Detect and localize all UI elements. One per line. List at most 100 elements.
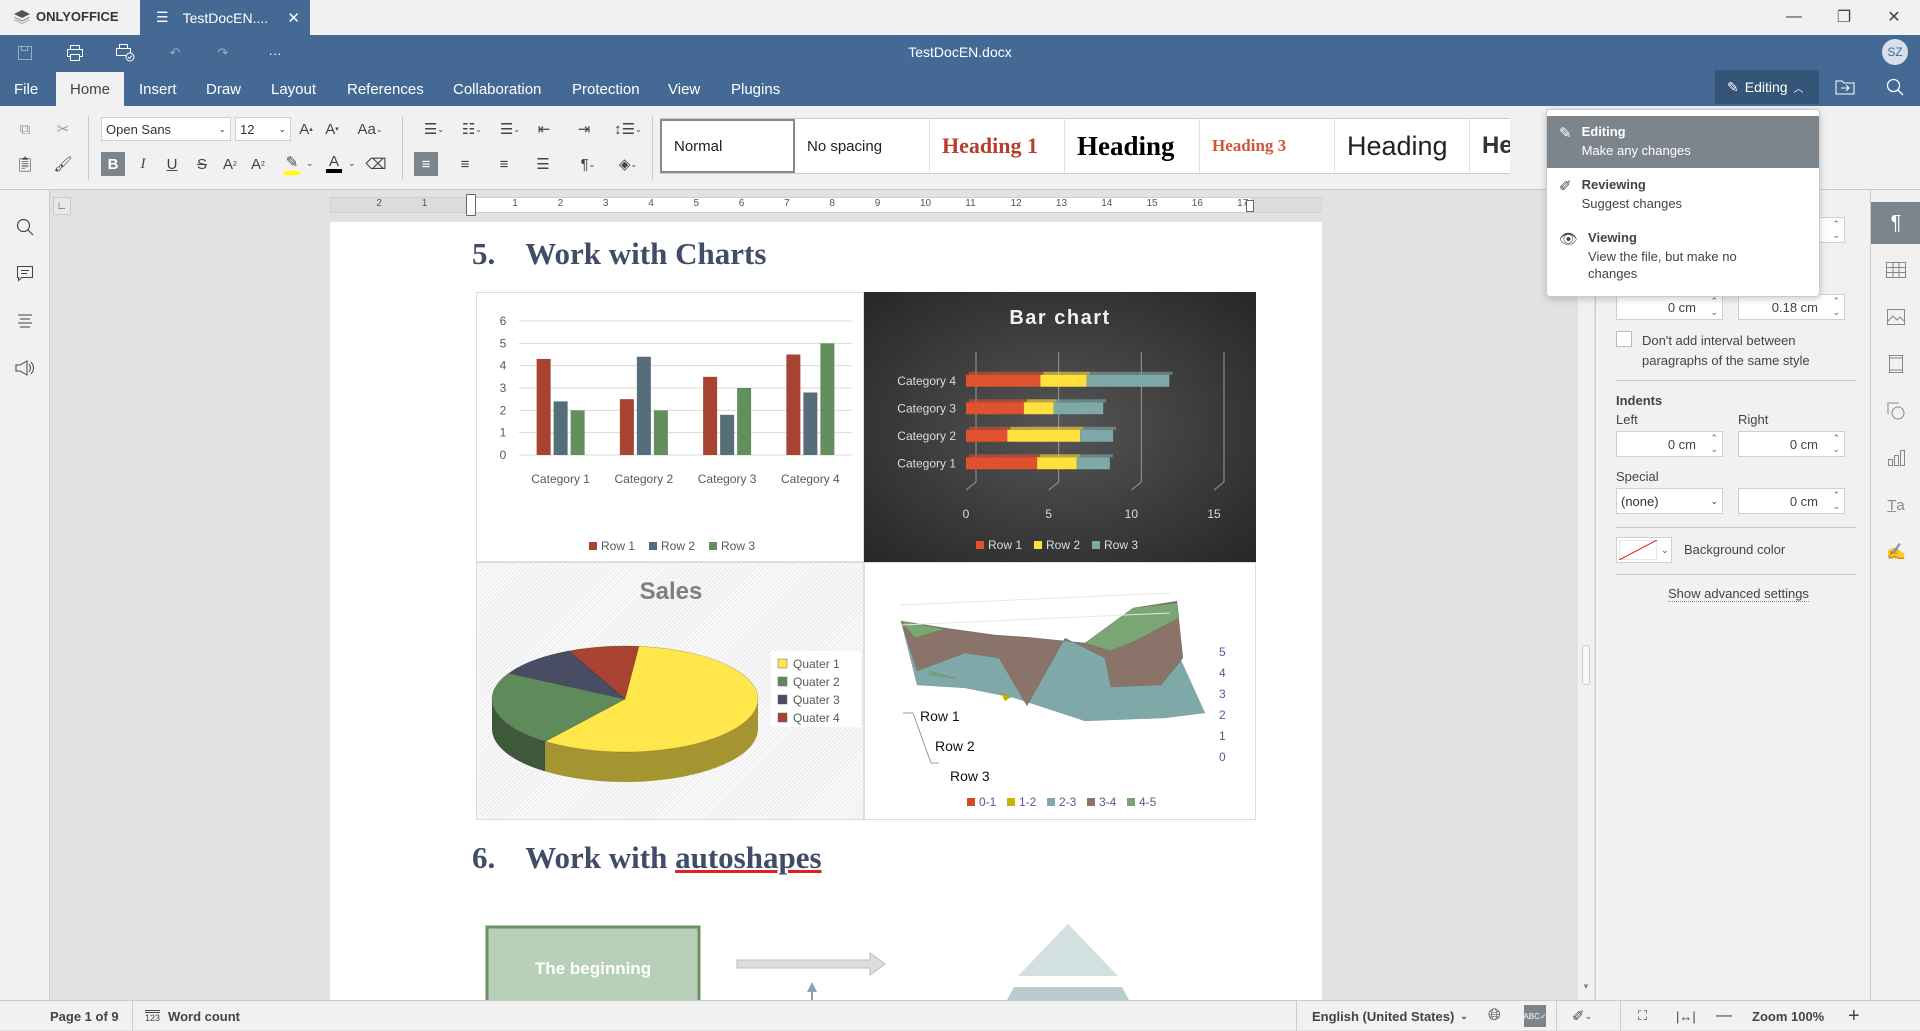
tab-view[interactable]: View xyxy=(656,72,712,106)
zoom-in-icon[interactable]: + xyxy=(1848,1001,1860,1031)
document-page[interactable]: 5. Work with Charts 0 1 2 3 4 5 6 Category 1 Cate… xyxy=(330,222,1322,1000)
tab-references[interactable]: References xyxy=(335,72,436,106)
right-indent-input[interactable]: 0 cm ⌃ ⌄ xyxy=(1738,431,1845,457)
spellcheck-button[interactable]: ABC✓ xyxy=(1523,1005,1547,1027)
page-indicator[interactable]: Page 1 of 9 xyxy=(50,1001,119,1031)
style-heading-5[interactable]: Headi xyxy=(1470,119,1510,173)
pyramid-middle-shape[interactable] xyxy=(1006,987,1130,1000)
highlight-color-button[interactable]: ✎ xyxy=(280,152,304,176)
image-settings-icon[interactable] xyxy=(1871,296,1920,338)
restore-button[interactable]: ❐ xyxy=(1824,4,1864,30)
undo-icon[interactable]: ↶ xyxy=(162,41,188,65)
font-name-select[interactable]: Open Sans ⌄ xyxy=(101,117,231,141)
highlight-dropdown-icon[interactable]: ⌄ xyxy=(306,158,314,169)
fit-page-icon[interactable]: ⛶ xyxy=(1638,1001,1647,1031)
track-changes-icon[interactable]: ✐ ⌄ xyxy=(1572,1001,1592,1031)
subscript-button[interactable]: A2 xyxy=(246,152,270,176)
pie-chart[interactable]: Sales Quater 1 Quater 2 Quater 3 Quater 4 xyxy=(476,562,864,820)
style-no-spacing[interactable]: No spacing xyxy=(795,119,930,173)
more-icon[interactable]: ··· xyxy=(262,41,288,65)
special-indent-select[interactable]: (none) ⌄ xyxy=(1616,488,1723,514)
hamburger-icon[interactable]: ☰ xyxy=(156,9,169,26)
shading-icon[interactable]: ◈ ⌄ xyxy=(610,152,646,176)
background-color-picker[interactable]: ⌄ xyxy=(1616,537,1672,563)
chart-settings-icon[interactable] xyxy=(1871,437,1920,479)
font-color-dropdown-icon[interactable]: ⌄ xyxy=(348,158,356,169)
redo-icon[interactable]: ↷ xyxy=(210,41,236,65)
surface-chart[interactable]: Row 1 Row 2 Row 3 0 1 2 3 4 5 0-1 1-2 2-3 3-4 4-5 xyxy=(864,562,1256,820)
superscript-button[interactable]: A2 xyxy=(218,152,242,176)
mode-reviewing[interactable]: ✐ Reviewing Suggest changes xyxy=(1547,169,1819,221)
bold-button[interactable]: B xyxy=(101,152,125,176)
style-heading-1[interactable]: Heading 1 xyxy=(930,119,1065,173)
tab-layout[interactable]: Layout xyxy=(259,72,328,106)
feedback-icon[interactable] xyxy=(12,355,38,381)
tab-insert[interactable]: Insert xyxy=(127,72,189,106)
style-heading-2[interactable]: Heading xyxy=(1065,119,1200,173)
indent-marker[interactable] xyxy=(466,194,476,216)
change-case-icon[interactable]: Aa ⌄ xyxy=(350,117,390,141)
clear-format-icon[interactable]: ⌫ xyxy=(364,152,388,176)
misspelled-word[interactable]: autoshapes xyxy=(675,840,821,875)
show-advanced-settings-link[interactable]: Show advanced settings xyxy=(1668,586,1809,602)
mode-editing[interactable]: ✎ Editing Make any changes xyxy=(1547,116,1819,168)
spacing-after-input[interactable]: 0.18 cm ⌃ ⌄ xyxy=(1738,294,1845,320)
fit-width-icon[interactable]: |↔| xyxy=(1676,1001,1696,1031)
shape-settings-icon[interactable] xyxy=(1871,390,1920,432)
align-center-button[interactable]: ≡ xyxy=(453,152,477,176)
tab-file[interactable]: File xyxy=(2,72,50,106)
horizontal-ruler[interactable]: 2 1 1 2 3 4 5 6 7 8 9 10 11 12 13 14 15 16 17 xyxy=(330,194,1323,216)
doc-language-icon[interactable]: 🌐︎ xyxy=(1488,1001,1501,1031)
strikethrough-button[interactable]: S xyxy=(190,152,214,176)
tab-stop-selector[interactable]: ∟ xyxy=(53,197,71,215)
comments-icon[interactable] xyxy=(12,261,38,287)
dont-add-interval-checkbox[interactable] xyxy=(1616,331,1632,347)
align-left-button[interactable]: ≡ xyxy=(414,152,438,176)
style-normal[interactable]: Normal xyxy=(660,119,795,173)
stacked-bar-chart[interactable]: Bar chart 0 5 10 15 Category 1 Category 2 Categ… xyxy=(864,292,1256,562)
line-spacing-icon[interactable]: ↕☰ ⌄ xyxy=(610,117,646,141)
document-tab[interactable]: ☰ TestDocEN.... ✕ xyxy=(140,0,310,35)
font-size-select[interactable]: 12 ⌄ xyxy=(235,117,291,141)
justify-button[interactable]: ☰ xyxy=(531,152,555,176)
close-window-button[interactable]: ✕ xyxy=(1874,4,1914,30)
numbering-icon[interactable]: ☷ ⌄ xyxy=(454,117,490,141)
tab-protection[interactable]: Protection xyxy=(560,72,652,106)
find-icon[interactable] xyxy=(12,214,38,240)
user-avatar[interactable]: SZ xyxy=(1882,39,1908,65)
tab-collaboration[interactable]: Collaboration xyxy=(441,72,553,106)
search-icon[interactable] xyxy=(1882,75,1908,99)
scroll-down-icon[interactable]: ▼ xyxy=(1582,982,1590,991)
tab-home[interactable]: Home xyxy=(56,72,124,106)
increase-font-icon[interactable]: A ▴ xyxy=(294,117,318,141)
paste-icon[interactable]: 📋︎ xyxy=(13,152,37,176)
quick-print-icon[interactable] xyxy=(112,41,138,65)
copy-icon[interactable]: ⧉ xyxy=(13,117,37,141)
paragraph-settings-icon[interactable]: ¶ xyxy=(1871,202,1920,244)
tab-plugins[interactable]: Plugins xyxy=(719,72,792,106)
minimize-button[interactable]: — xyxy=(1774,4,1814,30)
arrow-up-shape[interactable] xyxy=(807,982,817,1000)
navigation-icon[interactable] xyxy=(12,308,38,334)
font-color-button[interactable]: A xyxy=(322,152,346,176)
print-icon[interactable] xyxy=(62,41,88,65)
word-count-button[interactable]: 123 Word count xyxy=(145,1001,240,1031)
zoom-level[interactable]: Zoom 100% xyxy=(1752,1001,1824,1031)
language-select[interactable]: English (United States) ⌄ xyxy=(1312,1001,1468,1031)
table-settings-icon[interactable] xyxy=(1871,249,1920,291)
arrow-right-shape[interactable] xyxy=(736,952,886,976)
cut-icon[interactable]: ✂ xyxy=(51,117,75,141)
signature-settings-icon[interactable]: ✍ xyxy=(1871,531,1920,573)
header-footer-settings-icon[interactable] xyxy=(1871,343,1920,385)
zoom-out-icon[interactable]: — xyxy=(1716,1001,1732,1031)
underline-button[interactable]: U xyxy=(160,152,184,176)
italic-button[interactable]: I xyxy=(131,152,155,176)
decrease-indent-icon[interactable]: ⇤ xyxy=(532,117,556,141)
style-heading-3[interactable]: Heading 3 xyxy=(1200,119,1335,173)
style-heading-4[interactable]: Heading xyxy=(1335,119,1470,173)
left-indent-input[interactable]: 0 cm ⌃ ⌄ xyxy=(1616,431,1723,457)
open-file-location-icon[interactable] xyxy=(1832,75,1858,99)
text-art-settings-icon[interactable]: T̲a xyxy=(1871,484,1920,526)
spacing-before-input[interactable]: 0 cm ⌃ ⌄ xyxy=(1616,294,1723,320)
pyramid-top-shape[interactable] xyxy=(1018,924,1118,976)
